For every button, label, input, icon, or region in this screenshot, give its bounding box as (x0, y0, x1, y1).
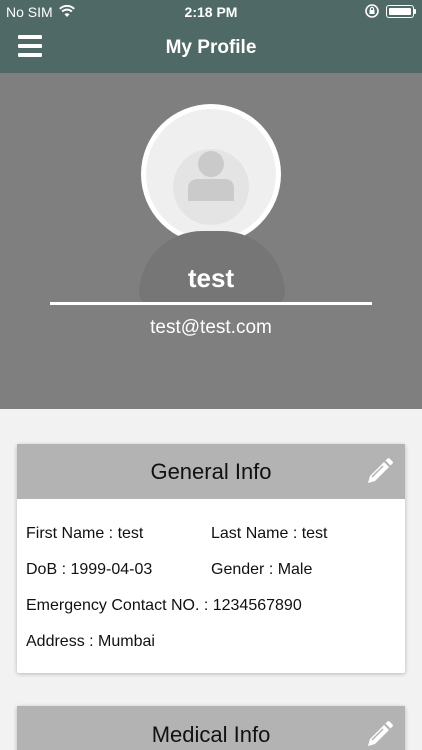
edit-pencil-icon[interactable] (363, 719, 395, 750)
status-bar: No SIM 2:18 PM (0, 0, 422, 24)
orientation-lock-icon (365, 4, 379, 18)
general-info-header: General Info (17, 444, 405, 499)
clock: 2:18 PM (184, 4, 238, 20)
profile-email: test@test.com (150, 317, 272, 338)
gender-text: Gender : Male (211, 561, 313, 578)
medical-info-title: Medical Info (151, 722, 271, 747)
edit-pencil-icon[interactable] (363, 456, 395, 488)
user-placeholder-icon (173, 149, 249, 225)
general-info-card: General Info First Name : test Last Name… (17, 444, 405, 673)
page-title: My Profile (165, 37, 257, 58)
emergency-contact-text: Emergency Contact NO. : 1234567890 (26, 597, 302, 614)
avatar[interactable] (141, 104, 281, 244)
general-info-title: General Info (150, 459, 272, 484)
profile-name: test (187, 263, 235, 293)
nav-bar: My Profile (0, 24, 422, 73)
battery-tip (414, 9, 416, 14)
medical-info-header: Medical Info (17, 706, 405, 750)
name-divider (50, 302, 372, 305)
medical-info-card: Medical Info (17, 706, 405, 750)
dob-text: DoB : 1999-04-03 (26, 561, 153, 578)
battery-icon (386, 5, 414, 18)
first-name-text: First Name : test (26, 525, 144, 542)
profile-header: test test@test.com (0, 73, 422, 409)
last-name-text: Last Name : test (211, 525, 328, 542)
address-text: Address : Mumbai (26, 633, 155, 650)
